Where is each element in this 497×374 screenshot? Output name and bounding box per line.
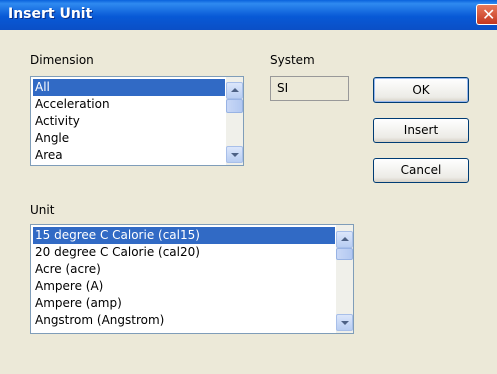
unit-item-acre[interactable]: Acre (acre) (33, 261, 335, 278)
dimension-item-activity[interactable]: Activity (33, 113, 225, 130)
chevron-up-icon (231, 88, 239, 92)
chevron-down-icon (341, 321, 349, 325)
unit-scrollbar[interactable] (336, 225, 353, 333)
unit-item-ampere-amp[interactable]: Ampere (amp) (33, 295, 335, 312)
chevron-down-icon (231, 153, 239, 157)
unit-scroll-thumb[interactable] (336, 248, 353, 260)
dimension-scroll-up-button[interactable] (226, 82, 243, 99)
window-title: Insert Unit (8, 6, 93, 22)
dimension-label: Dimension (30, 53, 94, 67)
unit-label: Unit (30, 203, 55, 217)
close-icon: ✕ (482, 5, 496, 24)
system-label: System (270, 53, 315, 67)
unit-scroll-down-button[interactable] (336, 314, 353, 331)
dimension-item-angle[interactable]: Angle (33, 130, 225, 147)
close-button[interactable]: ✕ (476, 4, 497, 25)
dimension-item-all[interactable]: All (33, 79, 225, 96)
unit-item-angstrom[interactable]: Angstrom (Angstrom) (33, 312, 335, 329)
ok-button[interactable]: OK (373, 77, 469, 103)
unit-listbox[interactable]: 15 degree C Calorie (cal15) 20 degree C … (30, 224, 354, 334)
dimension-scrollbar[interactable] (226, 77, 243, 165)
dimension-item-area[interactable]: Area (33, 147, 225, 164)
dimension-items: All Acceleration Activity Angle Area (33, 79, 225, 164)
dimension-item-acceleration[interactable]: Acceleration (33, 96, 225, 113)
unit-items: 15 degree C Calorie (cal15) 20 degree C … (33, 227, 335, 329)
unit-item-ampere-a[interactable]: Ampere (A) (33, 278, 335, 295)
system-field: SI (270, 76, 349, 101)
insert-button[interactable]: Insert (373, 118, 469, 143)
cancel-button[interactable]: Cancel (373, 158, 469, 183)
unit-item-cal15[interactable]: 15 degree C Calorie (cal15) (33, 227, 335, 244)
dimension-scroll-down-button[interactable] (226, 146, 243, 163)
unit-item-cal20[interactable]: 20 degree C Calorie (cal20) (33, 244, 335, 261)
dimension-scroll-thumb[interactable] (226, 99, 243, 113)
dimension-listbox[interactable]: All Acceleration Activity Angle Area (30, 76, 244, 166)
unit-scroll-up-button[interactable] (336, 231, 353, 248)
chevron-up-icon (341, 237, 349, 241)
title-bar[interactable]: Insert Unit ✕ (0, 0, 497, 30)
